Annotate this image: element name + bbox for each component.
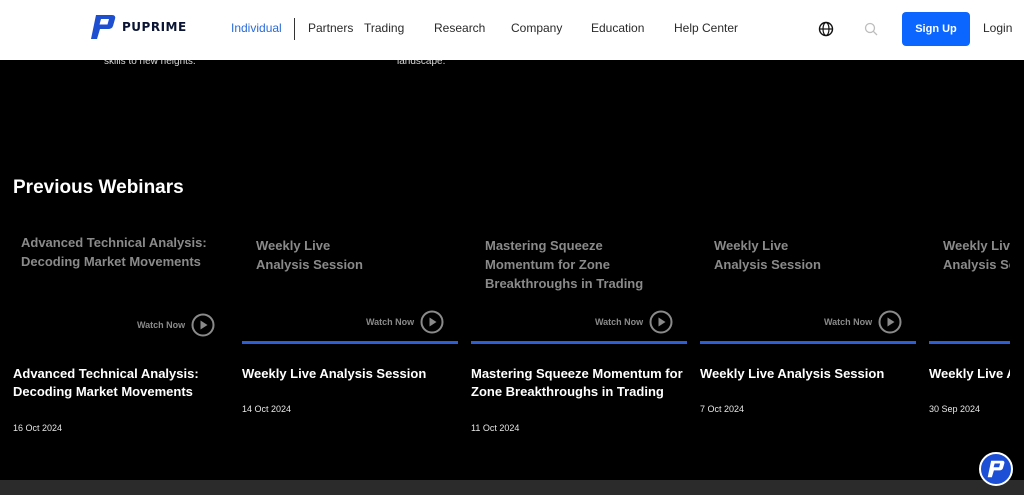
watch-now-label: Watch Now [595,317,644,327]
footer-strip [0,480,1024,495]
webinar-date: 14 Oct 2024 [242,404,292,414]
card-accent-line [471,341,687,344]
sign-up-button[interactable]: Sign Up [902,12,970,46]
webinar-card[interactable]: Advanced Technical Analysis: Decoding Ma… [13,230,229,450]
card-accent-line [700,341,916,344]
webinar-title[interactable]: Weekly Live Analysis Session [929,365,1010,383]
webinar-thumbnail[interactable]: Mastering Squeeze Momentum for Zone Brea… [471,230,687,345]
webinar-thumbnail[interactable]: Advanced Technical Analysis: Decoding Ma… [13,230,229,345]
globe-icon[interactable] [818,21,834,37]
nav-help-center[interactable]: Help Center [674,21,738,35]
webinar-thumbnail[interactable]: Weekly Live Analysis Session [929,230,1010,345]
thumbnail-title: Weekly Live Analysis Session [714,238,821,272]
nav-research[interactable]: Research [434,21,485,35]
webinar-card[interactable]: Mastering Squeeze Momentum for Zone Brea… [471,230,687,450]
webinar-title[interactable]: Advanced Technical Analysis: Decoding Ma… [13,365,229,401]
thumbnail-title: Advanced Technical Analysis: Decoding Ma… [21,235,207,269]
section-title: Previous Webinars [13,177,184,198]
card-accent-line [929,341,1010,344]
watch-now-button[interactable]: Watch Now [137,313,215,337]
brand-logo[interactable]: PUPRIME [90,13,187,41]
play-icon [878,310,902,334]
play-icon [420,310,444,334]
webinar-date: 16 Oct 2024 [13,423,63,433]
watch-now-label: Watch Now [137,320,186,330]
page: PUPRIME Individual Partners Trading Rese… [0,0,1024,495]
nav-education[interactable]: Education [591,21,644,35]
nav-company[interactable]: Company [511,21,562,35]
puprime-logo-icon [91,15,116,39]
watch-now-label: Watch Now [366,317,415,327]
site-header: PUPRIME Individual Partners Trading Rese… [0,0,1024,60]
webinar-title[interactable]: Mastering Squeeze Momentum for Zone Brea… [471,365,687,401]
webinar-date: 7 Oct 2024 [700,404,745,414]
play-icon [191,313,215,337]
nav-trading[interactable]: Trading [364,21,404,35]
thumbnail-title: Weekly Live Analysis Session [943,238,1010,272]
login-link[interactable]: Login [983,21,1012,35]
thumbnail-title: Weekly Live Analysis Session [256,238,363,272]
brand-name: PUPRIME [122,20,187,34]
webinar-title[interactable]: Weekly Live Analysis Session [700,365,916,383]
search-icon[interactable] [864,22,878,36]
puprime-logo-icon [987,460,1005,478]
webinar-thumbnail[interactable]: Weekly Live Analysis Session Watch Now [242,230,458,345]
webinar-date: 11 Oct 2024 [471,423,520,433]
thumbnail-title: Mastering Squeeze Momentum for Zone Brea… [485,238,644,291]
webinar-date: 30 Sep 2024 [929,404,981,414]
nav-divider [294,18,295,40]
watch-now-label: Watch Now [824,317,873,327]
card-accent-line [242,341,458,344]
webinar-title[interactable]: Weekly Live Analysis Session [242,365,458,383]
play-icon [649,310,673,334]
webinar-card[interactable]: Weekly Live Analysis Session Watch Now W… [700,230,916,450]
watch-now-button[interactable]: Watch Now [366,310,444,334]
watch-now-button[interactable]: Watch Now [595,310,673,334]
webinar-thumbnail[interactable]: Weekly Live Analysis Session Watch Now [700,230,916,345]
nav-partners[interactable]: Partners [308,21,353,35]
nav-individual[interactable]: Individual [231,21,282,35]
watch-now-button[interactable]: Watch Now [824,310,902,334]
webinar-card[interactable]: Weekly Live Analysis Session Weekly Live… [929,230,1010,450]
webinar-card[interactable]: Weekly Live Analysis Session Watch Now W… [242,230,458,450]
chat-launcher-button[interactable] [979,452,1013,486]
